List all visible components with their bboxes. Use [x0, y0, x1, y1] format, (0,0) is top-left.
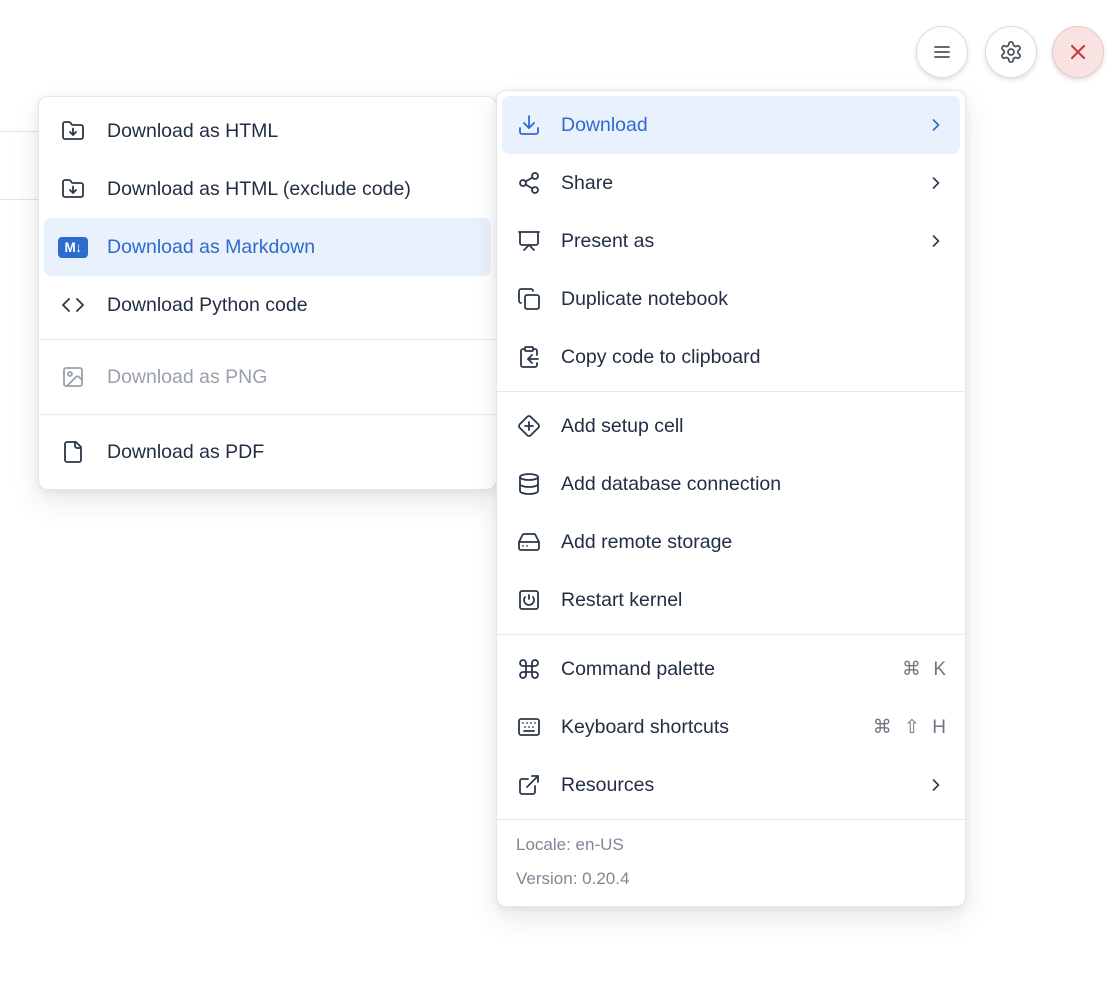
menu-item-share[interactable]: Share: [502, 154, 960, 212]
file-icon: [61, 440, 85, 464]
close-button[interactable]: [1052, 26, 1104, 78]
menu-item-label: Add database connection: [561, 473, 946, 496]
keyboard-shortcut: ⌘ K: [902, 658, 946, 681]
menu-item-copy-code-to-clipboard[interactable]: Copy code to clipboard: [502, 328, 960, 386]
menu-group: Download Share Present as Duplicate note…: [497, 91, 965, 391]
notebook-actions-menu: Download Share Present as Duplicate note…: [496, 90, 966, 907]
menu-item-download-as-html-exclude-code[interactable]: Download as HTML (exclude code): [44, 160, 491, 218]
chevron-right-icon: [926, 775, 946, 795]
menu-item-download-as-pdf[interactable]: Download as PDF: [44, 423, 491, 481]
gear-icon: [999, 40, 1023, 64]
menu-item-label: Share: [561, 172, 907, 195]
external-link-icon: [517, 773, 541, 797]
menu-item-label: Download Python code: [107, 294, 477, 317]
menu-item-download-as-png[interactable]: Download as PNG: [44, 348, 491, 406]
menu-item-download[interactable]: Download: [502, 96, 960, 154]
menu-item-label: Download as PDF: [107, 441, 477, 464]
download-icon: [517, 113, 541, 137]
submenu-group: Download as PNG: [39, 340, 496, 414]
database-icon: [517, 472, 541, 496]
menu-footer: Locale: en-US Version: 0.20.4: [497, 820, 965, 906]
menu-item-label: Copy code to clipboard: [561, 346, 946, 369]
diamond-plus-icon: [517, 414, 541, 438]
menu-item-download-python-code[interactable]: Download Python code: [44, 276, 491, 334]
menu-item-restart-kernel[interactable]: Restart kernel: [502, 571, 960, 629]
download-submenu: Download as HTML Download as HTML (exclu…: [38, 96, 497, 490]
menu-item-label: Add remote storage: [561, 531, 946, 554]
submenu-group: Download as HTML Download as HTML (exclu…: [39, 97, 496, 339]
menu-group: Command palette ⌘ K Keyboard shortcuts ⌘…: [497, 635, 965, 819]
clipboard-copy-icon: [517, 345, 541, 369]
chevron-right-icon: [926, 115, 946, 135]
menu-item-duplicate-notebook[interactable]: Duplicate notebook: [502, 270, 960, 328]
menu-item-label: Download as HTML: [107, 120, 477, 143]
menu-item-resources[interactable]: Resources: [502, 756, 960, 814]
chevron-right-icon: [926, 173, 946, 193]
keyboard-shortcut: ⌘ ⇧ H: [873, 716, 946, 739]
menu-item-command-palette[interactable]: Command palette ⌘ K: [502, 640, 960, 698]
close-icon: [1066, 40, 1090, 64]
menu-item-download-as-markdown[interactable]: M↓ Download as Markdown: [44, 218, 491, 276]
folder-down-icon: [61, 119, 85, 143]
menu-group: Add setup cell Add database connection A…: [497, 392, 965, 634]
menu-item-label: Download as Markdown: [107, 236, 477, 259]
hamburger-menu-button[interactable]: [916, 26, 968, 78]
menu-item-add-setup-cell[interactable]: Add setup cell: [502, 397, 960, 455]
menu-item-label: Duplicate notebook: [561, 288, 946, 311]
copy-icon: [517, 287, 541, 311]
settings-button[interactable]: [985, 26, 1037, 78]
locale-text: Locale: en-US: [516, 828, 946, 862]
menu-item-label: Resources: [561, 774, 907, 797]
menu-item-label: Restart kernel: [561, 589, 946, 612]
markdown-badge-icon: M↓: [58, 237, 88, 258]
menu-item-present-as[interactable]: Present as: [502, 212, 960, 270]
menu-item-add-remote-storage[interactable]: Add remote storage: [502, 513, 960, 571]
menu-item-label: Download as PNG: [107, 366, 477, 389]
menu-item-label: Download: [561, 114, 907, 137]
power-square-icon: [517, 588, 541, 612]
code-icon: [61, 293, 85, 317]
menu-item-keyboard-shortcuts[interactable]: Keyboard shortcuts ⌘ ⇧ H: [502, 698, 960, 756]
background-grid-line: [0, 131, 40, 132]
background-grid-line: [0, 199, 40, 200]
hard-drive-icon: [517, 530, 541, 554]
chevron-right-icon: [926, 231, 946, 251]
menu-item-add-database-connection[interactable]: Add database connection: [502, 455, 960, 513]
presentation-icon: [517, 229, 541, 253]
image-icon: [61, 365, 85, 389]
submenu-group: Download as PDF: [39, 415, 496, 489]
menu-item-label: Add setup cell: [561, 415, 946, 438]
command-icon: [517, 657, 541, 681]
folder-down-icon: [61, 177, 85, 201]
menu-item-label: Present as: [561, 230, 907, 253]
hamburger-icon: [930, 40, 954, 64]
share-icon: [517, 171, 541, 195]
menu-item-download-as-html[interactable]: Download as HTML: [44, 102, 491, 160]
version-text: Version: 0.20.4: [516, 862, 946, 896]
menu-item-label: Keyboard shortcuts: [561, 716, 854, 739]
menu-item-label: Download as HTML (exclude code): [107, 178, 477, 201]
keyboard-icon: [517, 715, 541, 739]
menu-item-label: Command palette: [561, 658, 883, 681]
